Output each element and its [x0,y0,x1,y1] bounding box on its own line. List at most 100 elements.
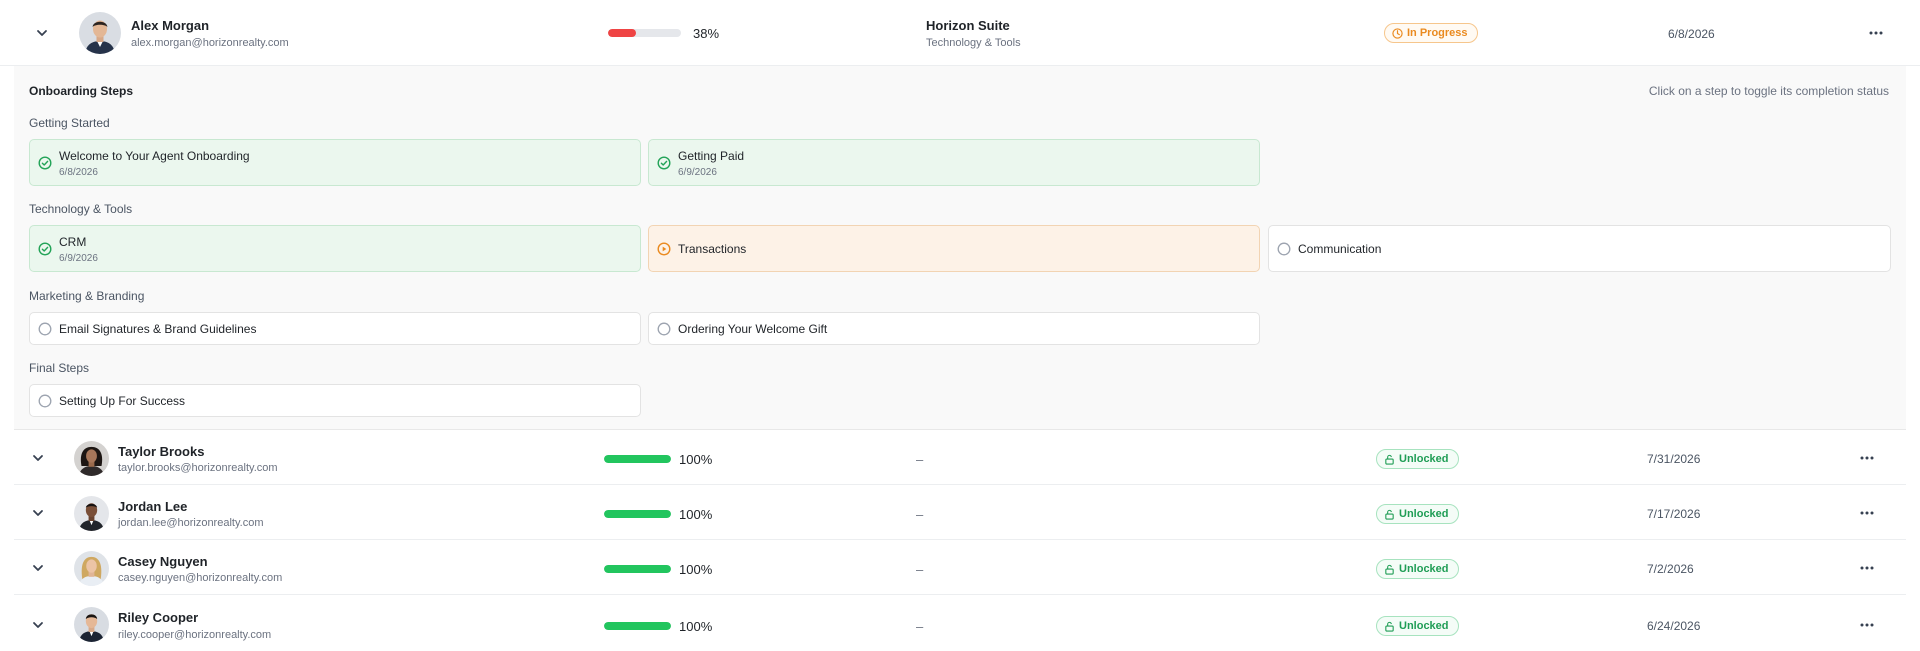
agent-name: Jordan Lee [118,499,188,514]
progress-percent: 100% [679,619,713,634]
progress-percent: 38% [693,26,720,41]
agent-name: Alex Morgan [131,18,210,33]
suite-empty: – [916,619,924,634]
agent-email: casey.nguyen@horizonrealty.com [118,572,283,584]
unlock-icon [1385,621,1394,632]
step-title: Setting Up For Success [59,394,186,408]
suite-title: Horizon Suite [926,18,1010,33]
progress-percent: 100% [679,507,713,522]
step-title: Welcome to Your Agent Onboarding [59,149,250,163]
status-badge: Unlocked [1376,616,1459,636]
check-circle-icon [38,156,52,170]
group-label-final-steps: Final Steps [29,361,90,375]
agent-row[interactable]: Taylor Brooks taylor.brooks@horizonrealt… [14,431,1906,485]
agent-row[interactable]: Riley Cooper riley.cooper@horizonrealty.… [14,596,1906,650]
clock-icon [1392,27,1403,39]
progress-bar [604,565,671,573]
status-badge-label: In Progress [1407,27,1468,39]
more-horizontal-icon[interactable] [1855,503,1879,523]
more-horizontal-icon[interactable] [1855,448,1879,468]
empty-circle-icon [38,394,52,408]
step-crm[interactable]: CRM 6/9/2026 [29,225,641,272]
progress-bar [604,622,671,630]
step-title: CRM [59,235,87,249]
step-getting-paid[interactable]: Getting Paid 6/9/2026 [648,139,1260,186]
avatar [74,607,109,642]
step-transactions[interactable]: Transactions [648,225,1260,272]
status-badge: In Progress [1384,23,1478,43]
more-horizontal-icon[interactable] [1855,558,1879,578]
step-date: 6/9/2026 [678,167,717,178]
progress-bar-fill [604,455,671,463]
avatar [74,551,109,586]
agent-row[interactable]: Jordan Lee jordan.lee@horizonrealty.com … [14,486,1906,540]
step-date: 6/8/2026 [59,167,98,178]
progress-bar-fill [604,510,671,518]
status-badge: Unlocked [1376,559,1459,579]
progress-bar-fill [604,565,671,573]
step-welcome[interactable]: Welcome to Your Agent Onboarding 6/8/202… [29,139,641,186]
progress-percent: 100% [679,562,713,577]
agent-email: jordan.lee@horizonrealty.com [118,517,264,529]
unlock-icon [1385,509,1394,520]
avatar [79,12,121,54]
empty-circle-icon [657,322,671,336]
step-setting-up[interactable]: Setting Up For Success [29,384,641,417]
step-title: Email Signatures & Brand Guidelines [59,322,257,336]
step-communication[interactable]: Communication [1268,225,1891,272]
date: 7/2/2026 [1647,562,1694,576]
group-label-technology-tools: Technology & Tools [29,202,133,216]
onboarding-panel: Onboarding Steps Click on a step to togg… [14,66,1906,430]
agent-email: taylor.brooks@horizonrealty.com [118,462,278,474]
step-title: Communication [1298,242,1382,256]
progress-bar [608,29,681,37]
progress-bar-fill [604,622,671,630]
suite-empty: – [916,562,924,577]
onboarding-title: Onboarding Steps [29,84,134,98]
progress-bar [604,510,671,518]
date: 6/8/2026 [1668,27,1715,41]
chevron-down-icon[interactable] [27,447,49,469]
progress-percent: 100% [679,452,713,467]
status-badge: Unlocked [1376,449,1459,469]
suite-empty: – [916,452,924,467]
agent-email: alex.morgan@horizonrealty.com [131,37,289,49]
agent-row[interactable]: Casey Nguyen casey.nguyen@horizonrealty.… [14,541,1906,595]
agent-email: riley.cooper@horizonrealty.com [118,629,272,641]
step-email-signatures[interactable]: Email Signatures & Brand Guidelines [29,312,641,345]
status-badge: Unlocked [1376,504,1459,524]
status-badge-label: Unlocked [1399,563,1449,575]
chevron-down-icon[interactable] [31,22,53,44]
agent-row-expanded[interactable]: Alex Morgan alex.morgan@horizonrealty.co… [0,0,1920,66]
empty-circle-icon [38,322,52,336]
progress-bar-fill [608,29,636,37]
suite-subtitle: Technology & Tools [926,37,1021,49]
status-badge-label: Unlocked [1399,620,1449,632]
check-circle-icon [38,242,52,256]
date: 7/17/2026 [1647,507,1701,521]
agent-name: Riley Cooper [118,610,199,625]
more-horizontal-icon[interactable] [1864,23,1888,43]
agent-name: Casey Nguyen [118,554,208,569]
avatar [74,441,109,476]
date: 6/24/2026 [1647,619,1701,633]
date: 7/31/2026 [1647,452,1701,466]
status-badge-label: Unlocked [1399,453,1449,465]
more-horizontal-icon[interactable] [1855,615,1879,635]
status-badge-label: Unlocked [1399,508,1449,520]
chevron-down-icon[interactable] [27,557,49,579]
group-label-marketing-branding: Marketing & Branding [29,289,145,303]
agent-name: Taylor Brooks [118,444,205,459]
suite-empty: – [916,507,924,522]
unlock-icon [1385,454,1394,465]
step-welcome-gift[interactable]: Ordering Your Welcome Gift [648,312,1260,345]
onboarding-hint: Click on a step to toggle its completion… [1648,84,1889,98]
group-label-getting-started: Getting Started [29,116,110,130]
step-date: 6/9/2026 [59,253,98,264]
progress-bar [604,455,671,463]
check-circle-icon [657,156,671,170]
chevron-down-icon[interactable] [27,502,49,524]
chevron-down-icon[interactable] [27,614,49,636]
empty-circle-icon [1277,242,1291,256]
unlock-icon [1385,564,1394,575]
